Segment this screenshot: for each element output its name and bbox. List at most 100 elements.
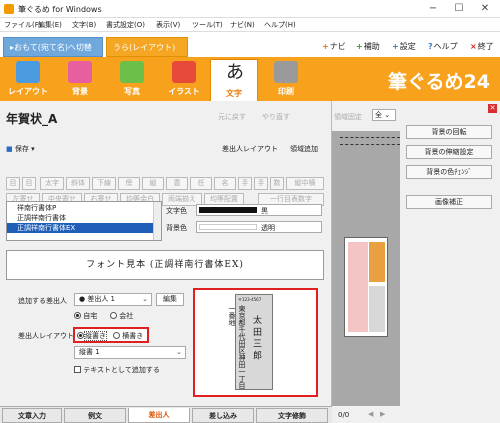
navi-link[interactable]: +ナビ [322, 41, 346, 52]
sender-select[interactable]: ● 差出人 1 ⌄ [74, 293, 152, 306]
layout-icon [16, 61, 40, 83]
bg-color-select[interactable]: 透明 [196, 221, 322, 233]
background-toolbar-button[interactable]: 背景 [56, 59, 104, 99]
menu-edit[interactable]: 編集(E) [38, 20, 62, 30]
bg-color-change-button[interactable]: 背景の色ﾁｪﾝｼﾞ [406, 165, 492, 179]
layout-toolbar-button[interactable]: レイアウト [4, 59, 52, 99]
prev-page-icon[interactable]: ◀ [368, 410, 373, 418]
save-button[interactable]: ■ 保存 ▾ [6, 144, 35, 154]
font-list[interactable]: 祥南行書体P 正調祥南行書体 正調祥南行書体EX [6, 201, 162, 241]
radio-icon [113, 332, 120, 339]
menu-view[interactable]: 表示(V) [156, 20, 180, 30]
add-area-button[interactable]: 領域追加 [290, 144, 318, 154]
bg-stretch-button[interactable]: 背景の伸縮設定 [406, 145, 492, 159]
tategaki-radio[interactable]: 縦書き [77, 331, 107, 341]
format-row-1: 目 目 太字 斜体 下線 傍 縦 豊 任 名 手 手 数 縦中横 [6, 177, 326, 191]
hojo-link[interactable]: +補助 [356, 41, 380, 52]
save-icon: ■ [6, 145, 13, 153]
format-button[interactable]: 縦 [142, 177, 164, 190]
format-button[interactable]: 数 [270, 177, 284, 190]
photo-icon [120, 61, 144, 83]
photo-toolbar-button[interactable]: 写真 [108, 59, 156, 99]
tab-merge[interactable]: 差し込み [192, 408, 254, 423]
exit-link[interactable]: ×終了 [470, 41, 494, 52]
help-link[interactable]: ?ヘルプ [428, 41, 458, 52]
close-button[interactable]: ✕ [472, 1, 498, 17]
format-button[interactable]: 手 [238, 177, 252, 190]
print-toolbar-button[interactable]: 印刷 [262, 59, 310, 99]
edit-sender-button[interactable]: 編集 [156, 293, 184, 306]
switch-to-address-tab[interactable]: ▸おもて(宛て名)へ切替 [3, 37, 103, 57]
close-panel-icon[interactable]: ✕ [488, 104, 497, 113]
window-title: 筆ぐるめ for Windows [18, 5, 102, 14]
font-sample-preview: フォント見本 (正調祥南行書体EX) [6, 250, 324, 280]
format-button[interactable]: 任 [190, 177, 212, 190]
text-checkbox[interactable]: テキストとして追加する [74, 365, 160, 375]
text-color-select[interactable]: 黒 [196, 204, 322, 216]
next-page-icon[interactable]: ▶ [380, 410, 385, 418]
format-button[interactable]: 手 [254, 177, 268, 190]
menu-tools[interactable]: ツール(T) [192, 20, 223, 30]
radio-icon [74, 312, 81, 319]
background-panel: ✕ 背景の回転 背景の伸縮設定 背景の色ﾁｪﾝｼﾞ 画像補正 [400, 101, 500, 423]
sender-layout-button[interactable]: 差出人レイアウト [222, 144, 278, 154]
page-counter: 0/0 [338, 411, 350, 419]
sender-label: 追加する差出人 [18, 297, 67, 305]
tate-chu-yoko-button[interactable]: 縦中横 [286, 177, 324, 190]
italic-button[interactable]: 斜体 [66, 177, 90, 190]
page-title: 年賀状_A [6, 112, 58, 126]
redo-button[interactable]: やり直す [262, 112, 290, 122]
layout-tab[interactable]: うら(レイアウト) [106, 37, 188, 57]
underline-button[interactable]: 下線 [92, 177, 116, 190]
card-illustration [369, 286, 385, 332]
illust-icon [172, 61, 196, 83]
illust-toolbar-button[interactable]: イラスト [160, 59, 208, 99]
moji-panel: 年賀状_A 元に戻す やり直す ■ 保存 ▾ 差出人レイアウト 領域追加 目 目… [0, 101, 332, 423]
settings-link[interactable]: +設定 [392, 41, 416, 52]
title-bar: 筆ぐるめ for Windows − ☐ ✕ [0, 0, 500, 18]
layout-select[interactable]: 縦書 1 ⌄ [74, 346, 186, 359]
format-button[interactable]: 目 [6, 177, 20, 190]
format-button[interactable]: 名 [214, 177, 236, 190]
bg-color-label: 背景色 [166, 224, 187, 232]
help-icon: ? [428, 42, 433, 51]
menu-moji[interactable]: 文字(B) [72, 20, 96, 30]
card-thumbnail[interactable] [344, 237, 388, 337]
font-list-item-selected[interactable]: 正調祥南行書体EX [7, 223, 155, 233]
menu-bar: ファイル(F) 編集(E) 文字(B) 書式設定(O) 表示(V) ツール(T)… [0, 18, 500, 32]
text-color-swatch [199, 207, 257, 213]
font-list-item[interactable]: 正調祥南行書体 [7, 213, 155, 223]
font-list-item[interactable]: 祥南行書体P [7, 203, 155, 213]
font-list-scrollbar[interactable] [153, 202, 161, 240]
preview-area: 領域固定 全 ⌄ 0/0 ◀ ▶ [332, 101, 400, 423]
tab-text-input[interactable]: 文章入力 [2, 408, 62, 423]
tab-sender[interactable]: 差出人 [128, 408, 190, 423]
radio-icon [110, 312, 117, 319]
format-button[interactable]: 豊 [166, 177, 188, 190]
yokogaki-radio[interactable]: 横書き [113, 331, 143, 341]
format-button[interactable]: 傍 [118, 177, 140, 190]
moji-toolbar-button[interactable]: あ 文字 [210, 59, 258, 101]
page-nav: 0/0 ◀ ▶ [332, 405, 400, 423]
image-correct-button[interactable]: 画像補正 [406, 195, 492, 209]
moji-icon: あ [223, 62, 247, 84]
bg-rotate-button[interactable]: 背景の回転 [406, 125, 492, 139]
tab-text-decoration[interactable]: 文字修飾 [256, 408, 328, 423]
menu-help[interactable]: ヘルプ(H) [264, 20, 296, 30]
menu-file[interactable]: ファイル(F) [4, 20, 42, 30]
bold-button[interactable]: 太字 [40, 177, 64, 190]
maximize-button[interactable]: ☐ [446, 1, 472, 17]
menu-format[interactable]: 書式設定(O) [106, 20, 145, 30]
company-radio[interactable]: 会社 [110, 311, 133, 321]
chevron-down-icon: ⌄ [176, 348, 182, 356]
tab-example[interactable]: 例文 [64, 408, 126, 423]
radio-icon [77, 332, 84, 339]
zoom-select[interactable]: 全 ⌄ [372, 109, 396, 121]
minimize-button[interactable]: − [420, 1, 446, 17]
text-color-label: 文字色 [166, 207, 187, 215]
background-icon [68, 61, 92, 83]
undo-button[interactable]: 元に戻す [218, 112, 246, 122]
format-button[interactable]: 目 [22, 177, 36, 190]
home-radio[interactable]: 自宅 [74, 311, 97, 321]
menu-navi[interactable]: ナビ(N) [230, 20, 255, 30]
